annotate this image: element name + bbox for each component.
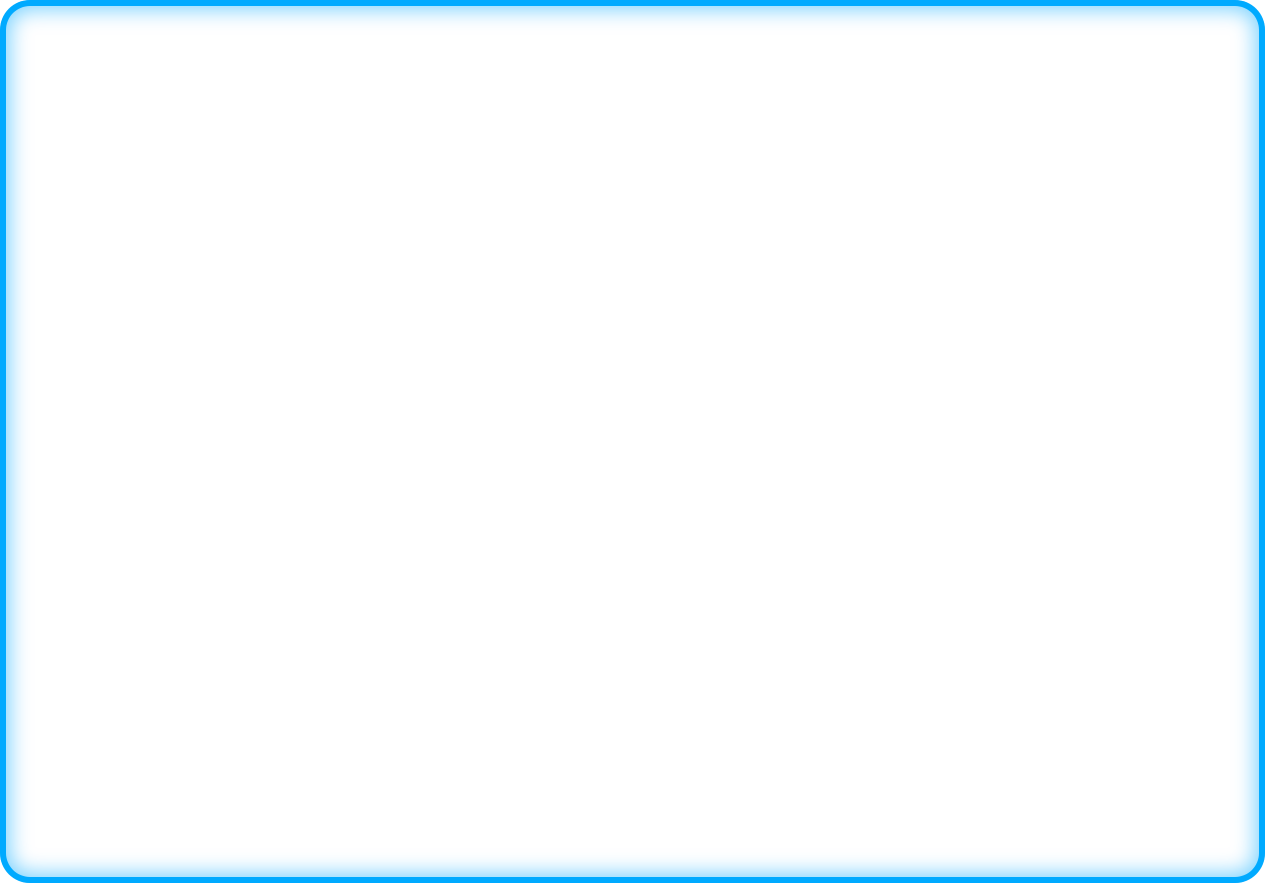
logo-subtitle: Доступ к сервисам электронного правитель…: [523, 230, 740, 269]
tab-2[interactable]: Портал го...: [211, 80, 304, 106]
tab-1[interactable]: Работ...: [129, 80, 211, 106]
tab-3[interactable]: Welcom...: [304, 80, 399, 106]
tab-9[interactable]: ❉Управл...: [852, 80, 940, 106]
gear-icon: ⚙: [779, 86, 790, 100]
home-icon[interactable]: ⌂: [1117, 118, 1135, 136]
tab-7[interactable]: Class: Cryp...: [673, 80, 770, 106]
search-placeholder: Поиск: [827, 120, 868, 135]
menu-bookmarks[interactable]: Закладки: [276, 56, 354, 75]
window-title: Авторизация - LISSI-Soft Redfox: [79, 34, 1165, 48]
menu-help[interactable]: Справка: [466, 56, 535, 75]
menu-edit[interactable]: Правка: [97, 56, 158, 75]
login-heading: Вход: [576, 324, 688, 375]
login-card: Присоедините к компьютеру носитель ключа…: [417, 451, 847, 752]
menu-view[interactable]: Вид: [162, 56, 200, 75]
new-tab-button[interactable]: +: [1051, 84, 1075, 102]
login-subheading: для портала Госуслуг: [528, 385, 737, 406]
tab-5[interactable]: https...4443/: [485, 80, 580, 106]
titlebar: ◉ Авторизация - LISSI-Soft Redfox ˅ ˄ ×: [37, 29, 1227, 53]
page-content: госуслуги Доступ к сервисам электронного…: [37, 147, 1227, 853]
maximize-button[interactable]: ˄: [1185, 33, 1201, 49]
window-menu-button[interactable]: ◉: [63, 33, 79, 49]
library-icon[interactable]: ▤: [1033, 118, 1051, 136]
ready-button[interactable]: Готово: [455, 660, 809, 710]
menu-history[interactable]: Журнал: [205, 56, 272, 75]
url-text: https://esia.gosuslugi.ru/idp/rlogin?cc=…: [129, 120, 769, 135]
close-window-button[interactable]: ×: [1205, 33, 1221, 49]
toolbar-icons: ☆ ▤ ⛊ ⬇ ⌂ ↻ ☻ ☰: [1005, 118, 1219, 136]
minimize-button[interactable]: ˅: [1165, 33, 1181, 49]
image-icon: [589, 88, 603, 98]
instruction-text: Присоедините к компьютеру носитель ключа…: [472, 568, 792, 633]
tab-0[interactable]: втори...: [63, 80, 129, 106]
menu-icon[interactable]: ☰: [1201, 118, 1219, 136]
annotation-callout: Вставьте токен, если он не вставлен, и н…: [827, 524, 1193, 613]
tabbar: ‹ втори... Работ... Портал го... Welcom.…: [37, 78, 1227, 108]
downloads-icon[interactable]: ⬇: [1089, 118, 1107, 136]
sync-icon[interactable]: ↻: [1145, 118, 1163, 136]
search-box[interactable]: 🔍 Поиск: [799, 113, 999, 141]
tab-close-icon[interactable]: ×: [1009, 86, 1020, 101]
tab-8[interactable]: ⚙Настр...: [770, 80, 852, 106]
gosuslugi-logo: госуслуги: [544, 177, 719, 220]
menu-tools[interactable]: Инструменты: [357, 56, 462, 75]
pocket-icon[interactable]: ⛊: [1061, 118, 1079, 136]
tab-scroll-right[interactable]: ›: [1029, 81, 1051, 105]
browser-window: ◉ Авторизация - LISSI-Soft Redfox ˅ ˄ × …: [36, 28, 1228, 854]
site-icon: [138, 87, 150, 99]
bug-icon: ❋: [408, 86, 418, 100]
tab-scroll-left[interactable]: ‹: [41, 81, 63, 105]
menu-file[interactable]: Файл: [45, 56, 93, 75]
tab-4[interactable]: ❋Directo...: [399, 80, 486, 106]
search-icon: 🔍: [806, 120, 821, 134]
lock-icon: 🔒: [108, 120, 123, 134]
key-icon: [313, 91, 327, 95]
menubar: Файл Правка Вид Журнал Закладки Инструме…: [37, 53, 1227, 78]
info-icon[interactable]: i: [88, 120, 102, 134]
chat-icon[interactable]: ☻: [1173, 118, 1191, 136]
puzzle-icon: ❉: [861, 86, 871, 100]
bolt-icon: [599, 480, 665, 546]
tab-list-button[interactable]: ˅: [1075, 81, 1097, 105]
bookmark-star-icon[interactable]: ☆: [1005, 118, 1023, 136]
back-button[interactable]: ←: [45, 113, 75, 141]
reload-button[interactable]: ⟳: [775, 120, 786, 135]
back-link[interactable]: Назад: [606, 802, 657, 821]
flag-icon: [949, 88, 963, 98]
button-highlight-frame: Готово: [448, 653, 816, 717]
app-icon: [43, 33, 59, 49]
urlbar[interactable]: i 🔒 https://esia.gosuslugi.ru/idp/rlogin…: [81, 113, 793, 141]
tab-10-active[interactable]: Авт...×: [940, 80, 1029, 106]
urlbar-row: ← i 🔒 https://esia.gosuslugi.ru/idp/rlog…: [37, 108, 1227, 147]
tab-6[interactable]: Тропич...: [580, 80, 672, 106]
